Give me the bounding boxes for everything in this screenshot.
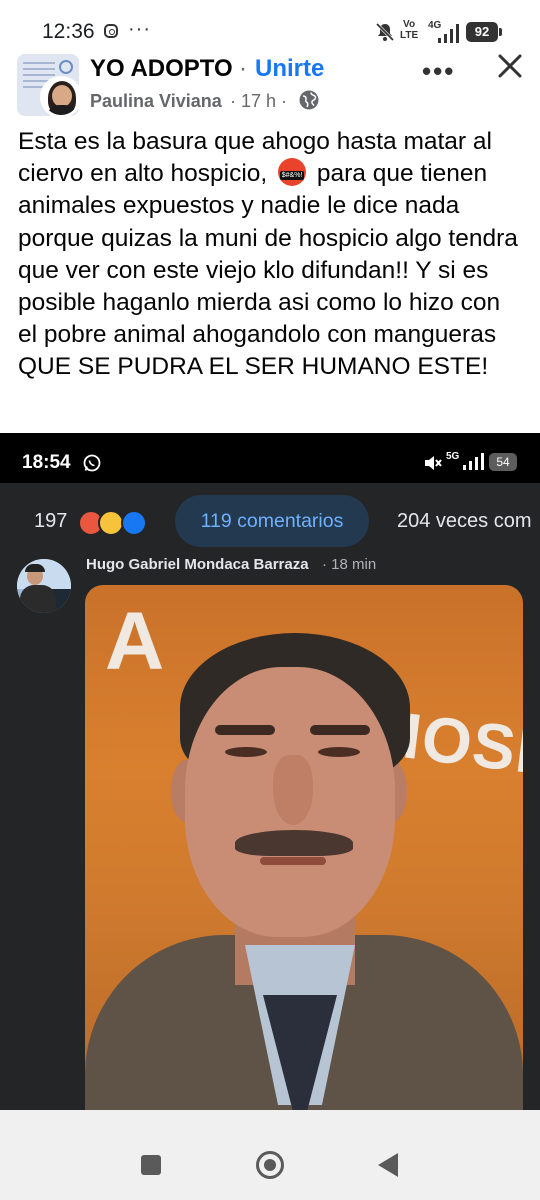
author-name[interactable]: Paulina Viviana: [90, 91, 222, 112]
close-icon[interactable]: [495, 51, 525, 81]
photo-mustache: [235, 830, 353, 856]
photo-nose: [273, 755, 313, 825]
separator-dot: ·: [239, 55, 247, 82]
join-group-link[interactable]: Unirte: [255, 55, 324, 83]
post-text: Esta es la basura que ahogo hasta matar …: [18, 126, 524, 384]
volte-indicator: Vo LTE: [400, 19, 419, 41]
notification-dots: ···: [128, 18, 151, 40]
signal-icon: [438, 24, 459, 43]
mute-bell-icon: [375, 22, 395, 42]
home-icon[interactable]: [256, 1151, 284, 1179]
embedded-screenshot[interactable]: 18:54 5G 54 197 119 comentarios 204 vece…: [0, 433, 540, 1110]
more-icon[interactable]: •••: [422, 56, 455, 87]
cursing-face-emoji-icon: $#&%!: [278, 158, 307, 187]
battery-icon: 92: [466, 22, 502, 42]
photo-brow-left: [215, 725, 275, 735]
instagram-icon: [104, 24, 118, 38]
back-icon[interactable]: [378, 1153, 398, 1177]
navigation-bar: [0, 1110, 540, 1200]
recents-icon[interactable]: [141, 1155, 161, 1175]
embedded-battery-icon: 54: [489, 453, 517, 471]
avatar-body: [47, 105, 77, 115]
embedded-signal-icon: [463, 453, 484, 470]
author-avatar[interactable]: [40, 76, 82, 118]
comment-photo[interactable]: A HOSPIC: [85, 585, 523, 1110]
whatsapp-icon: [83, 454, 101, 472]
status-time: 12:36: [42, 20, 95, 43]
like-reaction-icon: [121, 510, 147, 536]
mute-icon: [425, 456, 442, 470]
comments-label[interactable]: 119 comentarios: [175, 510, 369, 533]
post-text-part2: para que tienen animales expuestos y nad…: [18, 160, 518, 381]
embedded-network-type: 5G: [446, 451, 460, 462]
comment-time: · 18 min: [322, 556, 377, 573]
avatar-cap: [25, 564, 45, 572]
avatar-torso: [20, 585, 56, 613]
commenter-avatar[interactable]: [17, 559, 71, 613]
embedded-status-bar: 18:54 5G 54: [0, 433, 540, 483]
reaction-count[interactable]: 197: [34, 510, 67, 533]
post-time[interactable]: · 17 h ·: [230, 91, 287, 112]
emoji-symbols: $#&%!: [280, 171, 305, 181]
shares-label[interactable]: 204 veces com: [397, 510, 532, 533]
group-avatar-mark: [59, 60, 73, 74]
group-name[interactable]: YO ADOPTO: [90, 55, 233, 83]
photo-eye-right: [318, 747, 360, 757]
avatar-face: [52, 85, 72, 107]
embedded-status-time: 18:54: [22, 452, 71, 473]
photo-mouth: [260, 857, 326, 865]
photo-eye-left: [225, 747, 267, 757]
photo-brow-right: [310, 725, 370, 735]
globe-icon: [299, 90, 319, 110]
commenter-name[interactable]: Hugo Gabriel Mondaca Barraza: [86, 556, 309, 573]
photo-sign-left: A: [105, 596, 169, 687]
status-bar: 12:36 ··· Vo LTE 4G 92: [0, 0, 540, 62]
